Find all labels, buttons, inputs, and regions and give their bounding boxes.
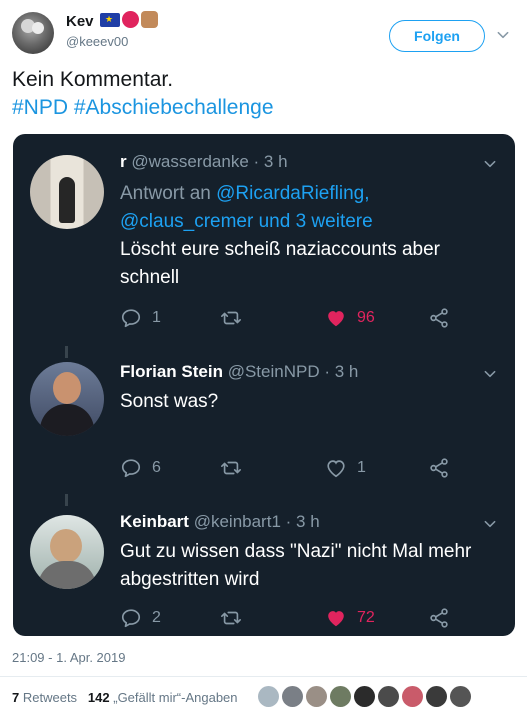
author-handle[interactable]: @keeev00 xyxy=(66,34,128,49)
reply-name[interactable]: Florian Stein xyxy=(120,362,223,381)
reply-avatar[interactable] xyxy=(30,362,104,436)
red-circle-icon xyxy=(122,11,139,28)
reply-icon xyxy=(121,459,141,478)
share-icon xyxy=(430,458,448,478)
reply-to-prefix: Antwort an xyxy=(120,183,211,204)
reply-text: Sonst was? xyxy=(120,391,219,412)
retweet-icon xyxy=(221,611,241,625)
follow-button[interactable]: Folgen xyxy=(389,20,485,52)
retweet-icon xyxy=(221,461,241,475)
share-action[interactable] xyxy=(428,306,450,330)
tweet-hashtags[interactable]: #NPD #Abschiebechallenge xyxy=(12,94,274,122)
liker-avatar[interactable] xyxy=(426,686,447,707)
reply-time: · 3 h xyxy=(253,152,288,171)
reply-text: Löscht eure scheiß naziaccounts aber sch… xyxy=(120,239,441,288)
share-icon xyxy=(430,608,448,628)
heart-icon xyxy=(328,611,344,627)
liker-avatar[interactable] xyxy=(450,686,471,707)
retweets-label[interactable]: Retweets xyxy=(23,690,77,705)
reply-icon xyxy=(121,309,141,328)
retweet-action[interactable] xyxy=(220,456,252,480)
reply-time: · 3 h xyxy=(324,362,359,381)
author-avatar[interactable] xyxy=(12,12,54,54)
reply-count: 1 xyxy=(152,309,161,326)
reply-handle[interactable]: @wasserdanke xyxy=(131,152,248,171)
tweet-body: Kein Kommentar. #NPD #Abschiebechallenge xyxy=(12,66,274,122)
reply-action[interactable]: 2 xyxy=(120,606,161,630)
retweets-count[interactable]: 7 xyxy=(12,690,19,705)
reply-name[interactable]: Keinbart xyxy=(120,512,189,531)
liker-avatar[interactable] xyxy=(354,686,375,707)
reply-action[interactable]: 6 xyxy=(120,456,161,480)
thread-connector xyxy=(65,346,68,358)
liker-avatar[interactable] xyxy=(306,686,327,707)
reply-header: Keinbart @keinbart1 · 3 h xyxy=(120,511,320,533)
tweet-header: Kev @keeev00 Folgen xyxy=(12,10,515,56)
thread-connector xyxy=(65,494,68,506)
like-count: 72 xyxy=(357,609,375,626)
chevron-down-icon[interactable] xyxy=(483,367,497,381)
liker-avatar[interactable] xyxy=(378,686,399,707)
chevron-down-icon[interactable] xyxy=(483,157,497,171)
reply-actions: 2 72 xyxy=(120,606,460,630)
heart-icon xyxy=(328,311,344,327)
chevron-down-icon[interactable] xyxy=(496,28,510,42)
reply-count: 6 xyxy=(152,459,161,476)
reply-avatar[interactable] xyxy=(30,155,104,229)
reply-header: Florian Stein @SteinNPD · 3 h xyxy=(120,361,358,383)
tweet-timestamp[interactable]: 21:09 - 1. Apr. 2019 xyxy=(12,650,125,665)
author-display-name[interactable]: Kev xyxy=(66,13,94,30)
reply-time: · 3 h xyxy=(285,512,320,531)
liker-avatar[interactable] xyxy=(282,686,303,707)
reply-name[interactable]: r xyxy=(120,152,127,171)
reply-action[interactable]: 1 xyxy=(120,306,161,330)
divider xyxy=(0,676,527,677)
reply-actions: 6 1 xyxy=(120,456,460,480)
reply-text-block: Antwort an @RicardaRiefling, @claus_crem… xyxy=(120,180,500,292)
name-emojis xyxy=(100,11,158,28)
likes-count[interactable]: 142 xyxy=(88,690,110,705)
retweet-action[interactable] xyxy=(220,306,252,330)
reply-count: 2 xyxy=(152,609,161,626)
like-action[interactable]: 1 xyxy=(325,456,366,480)
reply-to-user-link[interactable]: @RicardaRiefling, xyxy=(216,183,369,204)
liker-avatar[interactable] xyxy=(330,686,351,707)
reply-text: Gut zu wissen dass "Nazi" nicht Mal mehr… xyxy=(120,541,472,590)
chevron-down-icon[interactable] xyxy=(483,517,497,531)
reply-handle[interactable]: @keinbart1 xyxy=(194,512,281,531)
retweet-action[interactable] xyxy=(220,606,252,630)
retweet-icon xyxy=(221,311,241,325)
raised-fist-icon xyxy=(141,11,158,28)
reply-handle[interactable]: @SteinNPD xyxy=(228,362,320,381)
like-count: 96 xyxy=(357,309,375,326)
reply-avatar[interactable] xyxy=(30,515,104,589)
reply-to-more-link[interactable]: @claus_cremer und 3 weitere xyxy=(120,208,500,236)
like-count: 1 xyxy=(357,459,366,476)
like-action[interactable]: 72 xyxy=(325,606,375,630)
share-action[interactable] xyxy=(428,606,450,630)
reply-header: r @wasserdanke · 3 h xyxy=(120,151,288,173)
tweet-text: Kein Kommentar. xyxy=(12,68,174,91)
share-icon xyxy=(430,308,448,328)
liker-avatar[interactable] xyxy=(258,686,279,707)
likes-label[interactable]: „Gefällt mir“-Angaben xyxy=(113,690,237,705)
reply-actions: 1 96 xyxy=(120,306,460,330)
tweet-stats: 7 Retweets 142 „Gefällt mir“-Angaben xyxy=(12,690,238,705)
share-action[interactable] xyxy=(428,456,450,480)
liker-avatars xyxy=(258,686,471,707)
like-action[interactable]: 96 xyxy=(325,306,375,330)
liker-avatar[interactable] xyxy=(402,686,423,707)
embedded-tweet-screenshot: r @wasserdanke · 3 h Antwort an @Ricarda… xyxy=(13,134,515,636)
reply-icon xyxy=(121,609,141,628)
heart-icon xyxy=(327,460,345,478)
eu-flag-icon xyxy=(100,12,120,27)
